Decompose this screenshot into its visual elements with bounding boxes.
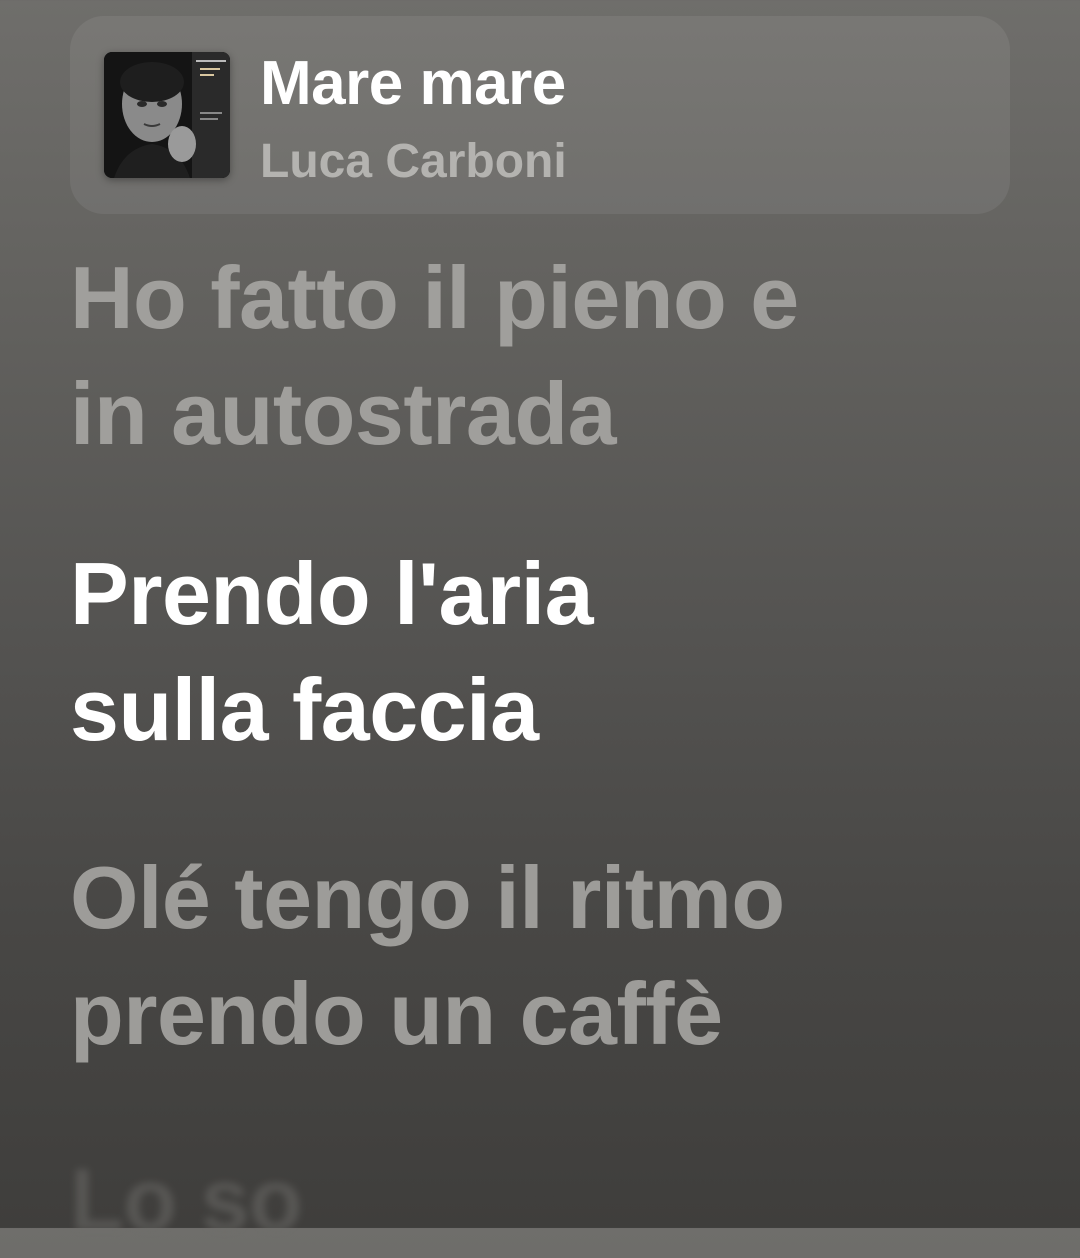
track-artist[interactable]: Luca Carboni <box>260 134 567 189</box>
lyric-line-upcoming[interactable]: Olé tengo il ritmo prendo un caffè <box>70 840 785 1072</box>
lyric-text: Prendo l'aria <box>70 544 594 643</box>
lyric-text: in autostrada <box>70 364 617 463</box>
lyric-text: Olé tengo il ritmo <box>70 848 785 947</box>
album-artwork-image <box>104 52 230 178</box>
lyric-text: prendo un caffè <box>70 964 723 1063</box>
lyric-line-active[interactable]: Prendo l'aria sulla faccia <box>70 536 594 768</box>
lyric-line-past[interactable]: Ho fatto il pieno e in autostrada <box>70 240 799 472</box>
lyric-line-faded[interactable]: Lo so <box>70 1142 303 1258</box>
track-title: Mare mare <box>260 49 566 118</box>
lyric-text: Ho fatto il pieno e <box>70 248 799 347</box>
lyric-text: sulla faccia <box>70 660 539 759</box>
lyric-text: Lo so <box>70 1150 303 1249</box>
album-artwork[interactable] <box>104 52 230 178</box>
now-playing-card[interactable]: Mare mare Luca Carboni <box>70 16 1010 214</box>
